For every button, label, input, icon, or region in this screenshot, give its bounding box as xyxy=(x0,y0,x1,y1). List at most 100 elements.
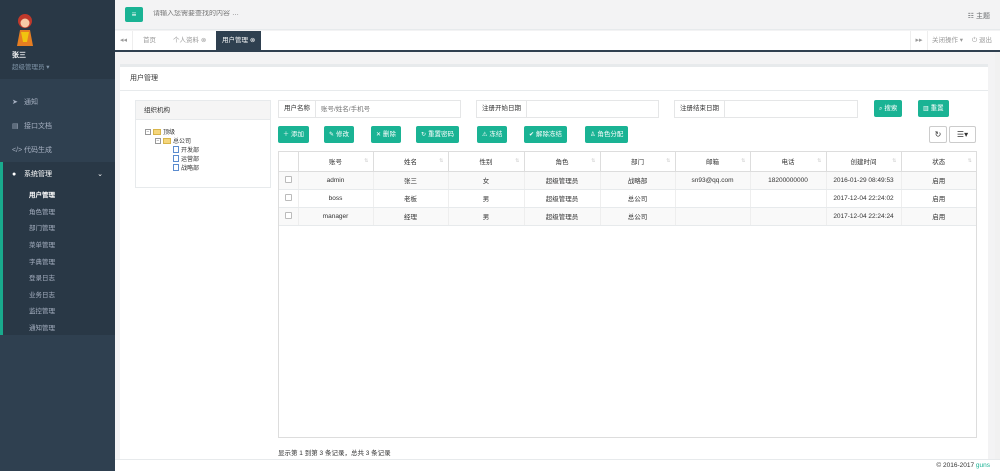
freeze-button[interactable]: ⚠ 冻结 xyxy=(477,126,508,143)
table-cell: 启用 xyxy=(901,207,976,226)
row-checkbox-cell xyxy=(279,189,299,208)
nav-item-notice[interactable]: ➤ 通知 xyxy=(0,90,115,114)
submenu-role-mgmt[interactable]: 角色管理 xyxy=(3,203,115,220)
sort-icon: ⇅ xyxy=(967,158,972,164)
column-header[interactable]: 电话 ⇅ xyxy=(750,152,827,172)
logout-label: 退出 xyxy=(978,37,992,44)
table-cell: 总公司 xyxy=(600,207,676,226)
logout-button[interactable]: ⏻ 退出 xyxy=(972,31,992,50)
user-role-dropdown[interactable]: 超级管理员 ▾ xyxy=(12,61,115,71)
tree-node-dept[interactable]: 运营部 xyxy=(173,154,199,163)
add-button[interactable]: ＋添加 xyxy=(278,126,310,143)
theme-icon: ☷ xyxy=(967,13,975,20)
close-icon[interactable]: ⊗ xyxy=(250,37,255,44)
start-date-input[interactable] xyxy=(527,101,658,117)
top-bar: ≡ ☷ 主题 xyxy=(115,0,1000,30)
nav-item-api-docs[interactable]: ▤ 接口文档 xyxy=(0,114,115,138)
action-label: 解除冻结 xyxy=(536,131,563,138)
column-header[interactable]: 角色 ⇅ xyxy=(524,152,601,172)
unfreeze-button[interactable]: ✔ 解除冻结 xyxy=(524,126,568,143)
submenu-monitor[interactable]: 监控管理 xyxy=(3,302,115,319)
tab-home[interactable]: 首页 xyxy=(137,31,162,50)
tab-profile[interactable]: 个人资料 ⊗ xyxy=(167,31,212,50)
plus-icon: ＋ xyxy=(283,132,290,138)
brand-link[interactable]: guns xyxy=(976,462,990,469)
table-row[interactable]: manager 经理 男 超级管理员 总公司 2017-12-04 22:24:… xyxy=(279,207,976,226)
tabs-scroll-right-icon[interactable]: ▸▸ xyxy=(910,31,928,50)
delete-button[interactable]: ✕ 删除 xyxy=(371,126,402,143)
column-header[interactable]: 性别 ⇅ xyxy=(448,152,525,172)
column-header[interactable]: 部门 ⇅ xyxy=(600,152,676,172)
columns-dropdown-button[interactable]: ☰▾ xyxy=(949,126,976,143)
column-header[interactable]: 状态 ⇅ xyxy=(901,152,976,172)
row-checkbox[interactable] xyxy=(284,175,292,183)
table-cell: 女 xyxy=(448,171,525,190)
table-cell: 经理 xyxy=(373,207,449,226)
sort-icon: ⇅ xyxy=(515,158,520,164)
submenu-dict-mgmt[interactable]: 字典管理 xyxy=(3,252,115,269)
avatar[interactable] xyxy=(12,12,38,46)
close-icon[interactable]: ⊗ xyxy=(201,37,206,44)
table-cell xyxy=(675,189,751,208)
nav-item-codegen[interactable]: </> 代码生成 xyxy=(0,138,115,162)
tree-node-dept[interactable]: 开发部 xyxy=(173,145,199,154)
row-checkbox[interactable] xyxy=(284,193,292,201)
tree-node-company[interactable]: − 总公司 xyxy=(155,136,191,145)
refresh-table-button[interactable]: ↻ xyxy=(929,126,947,143)
action-label: 删除 xyxy=(383,131,397,138)
assign-role-button[interactable]: ♙ 角色分配 xyxy=(585,126,629,143)
nav-item-system[interactable]: ● 系统管理 ⌄ xyxy=(0,162,115,186)
column-header[interactable]: 创建时间 ⇅ xyxy=(826,152,902,172)
tree-node-label: 运营部 xyxy=(181,157,200,163)
submenu-notice-mgmt[interactable]: 通知管理 xyxy=(3,319,115,336)
tree-node-root[interactable]: − 顶级 xyxy=(145,127,175,136)
user-name: 张三 xyxy=(12,52,26,59)
submenu-business-log[interactable]: 业务日志 xyxy=(3,286,115,303)
copyright: © 2016-2017 xyxy=(936,462,975,469)
close-ops-dropdown[interactable]: 关闭操作 ▾ xyxy=(932,31,963,50)
table-cell: 2016-01-29 08:49:53 xyxy=(826,171,902,190)
table-cell: 张三 xyxy=(373,171,449,190)
reset-password-button[interactable]: ↻ 重置密码 xyxy=(416,126,460,143)
table-cell: sn93@qq.com xyxy=(675,171,751,190)
row-checkbox-cell xyxy=(279,171,299,190)
theme-button[interactable]: ☷ 主题 xyxy=(968,11,990,21)
submenu-login-log[interactable]: 登录日志 xyxy=(3,269,115,286)
table-cell: 启用 xyxy=(901,189,976,208)
end-date-input[interactable] xyxy=(725,101,857,117)
tabs-scroll-left-icon[interactable]: ◂◂ xyxy=(115,31,133,50)
column-header[interactable]: 账号 ⇅ xyxy=(298,152,374,172)
table-row[interactable]: admin 张三 女 超级管理员 战略部 sn93@qq.com 1820000… xyxy=(279,171,976,190)
column-header[interactable]: 姓名 ⇅ xyxy=(373,152,449,172)
row-checkbox[interactable] xyxy=(284,211,292,219)
hamburger-icon: ≡ xyxy=(131,10,137,19)
menu-toggle-button[interactable]: ≡ xyxy=(125,7,143,22)
nav-label: 通知 xyxy=(24,99,38,106)
search-button[interactable]: ⌕ 搜索 xyxy=(874,100,903,117)
table-row[interactable]: boss 老板 男 超级管理员 总公司 2017-12-04 22:24:02 … xyxy=(279,189,976,208)
tab-user-mgmt[interactable]: 用户管理 ⊗ xyxy=(216,31,262,50)
user-role: 超级管理员 xyxy=(12,64,45,71)
reset-button[interactable]: ▥ 重置 xyxy=(918,100,949,117)
table-cell: admin xyxy=(298,171,374,190)
submenu-user-mgmt[interactable]: 用户管理 xyxy=(3,186,115,203)
collapse-icon[interactable]: − xyxy=(145,128,151,135)
tree-node-dept[interactable]: 战略部 xyxy=(173,163,199,172)
page-scrollbar[interactable] xyxy=(995,52,1000,459)
org-tree-title: 组织机构 xyxy=(136,101,270,120)
column-header[interactable]: 邮箱 ⇅ xyxy=(675,152,751,172)
code-icon: </> xyxy=(12,146,23,154)
edit-button[interactable]: ✎ 修改 xyxy=(324,126,355,143)
logout-icon: ⏻ xyxy=(972,37,978,44)
nav-label: 代码生成 xyxy=(24,147,52,154)
close-ops-label: 关闭操作 xyxy=(932,37,958,44)
global-search-input[interactable] xyxy=(153,10,353,17)
sort-icon: ⇅ xyxy=(364,158,369,164)
submenu-menu-mgmt[interactable]: 菜单管理 xyxy=(3,236,115,253)
refresh-icon: ↻ xyxy=(421,132,427,138)
submenu-dept-mgmt[interactable]: 部门管理 xyxy=(3,219,115,236)
collapse-icon[interactable]: − xyxy=(155,137,161,144)
username-input[interactable] xyxy=(316,101,460,117)
close-icon: ✕ xyxy=(376,132,382,138)
sort-icon: ⇅ xyxy=(741,158,746,164)
